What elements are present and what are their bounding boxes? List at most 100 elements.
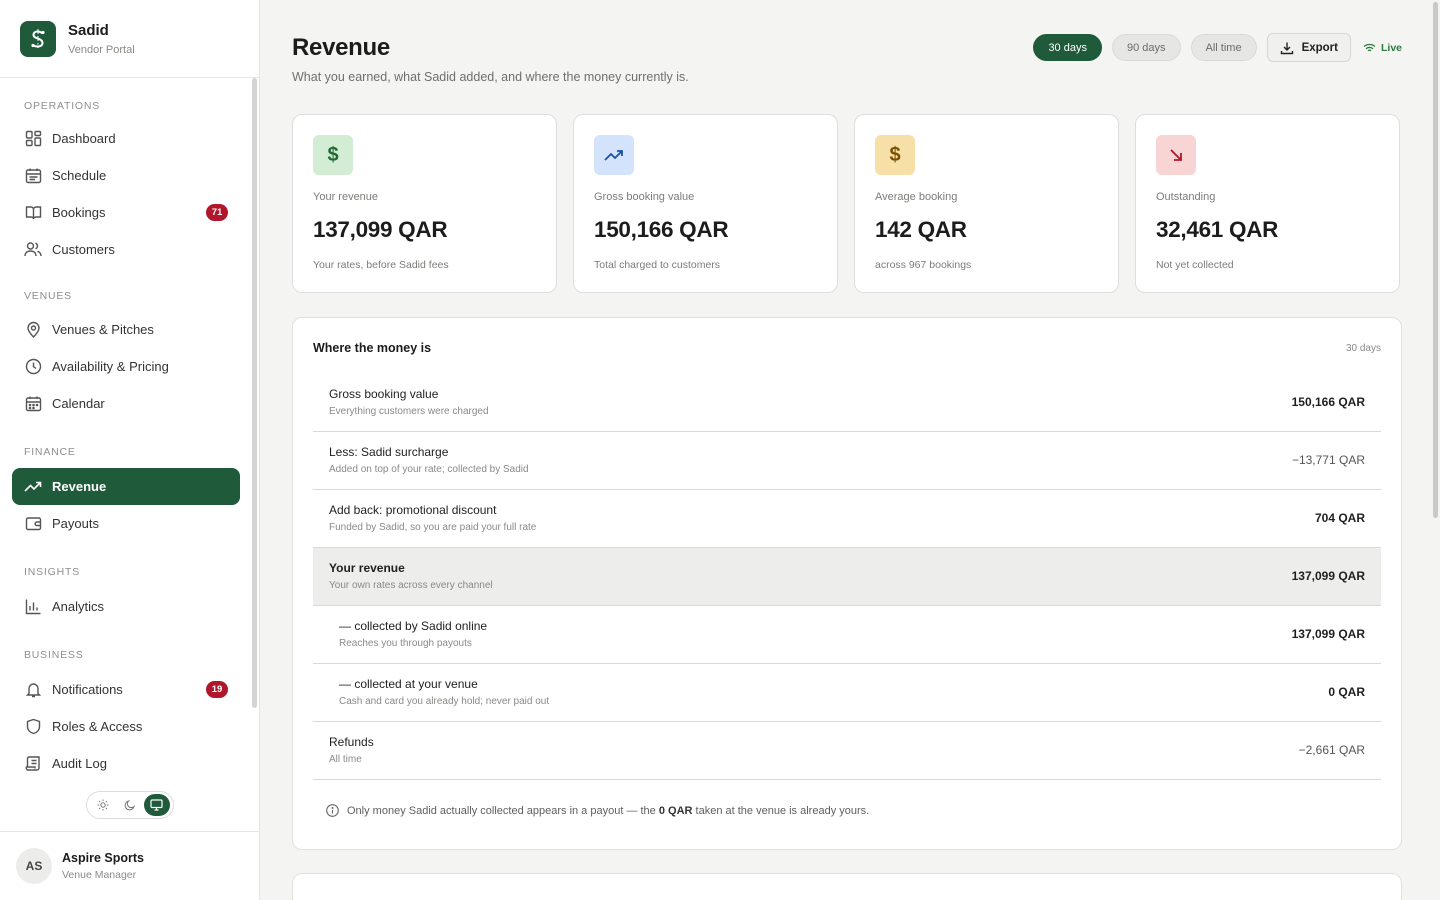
note-text: Only money Sadid actually collected appe…	[347, 804, 656, 817]
row-sublabel: Funded by Sadid, so you are paid your fu…	[329, 522, 537, 533]
avatar: AS	[16, 848, 52, 884]
sidebar-item-payouts[interactable]: Payouts	[12, 505, 240, 542]
section-label-operations: OPERATIONS	[24, 100, 101, 112]
arrow-down-right-icon	[1156, 135, 1196, 175]
row-label: Add back: promotional discount	[329, 503, 497, 517]
kpi-cards: $ Your revenue 137,099 QAR Your rates, b…	[292, 114, 1402, 293]
row-label: — collected at your venue	[339, 677, 478, 691]
main-content: Revenue What you earned, what Sadid adde…	[260, 0, 1440, 900]
row-value: 0 QAR	[1328, 685, 1365, 699]
light-theme-button[interactable]	[90, 794, 116, 816]
export-button[interactable]: Export	[1266, 33, 1351, 62]
sidebar-item-label: Audit Log	[52, 756, 107, 771]
sidebar-item-label: Schedule	[52, 168, 107, 183]
user-profile[interactable]: AS Aspire Sports Venue Manager	[0, 831, 259, 900]
row-value: 137,099 QAR	[1291, 569, 1365, 583]
kpi-card-average-booking: $ Average booking 142 QAR across 967 boo…	[854, 114, 1119, 293]
sidebar-item-revenue[interactable]: Revenue	[12, 468, 240, 505]
kpi-note: across 967 bookings	[875, 259, 972, 271]
kpi-card-your-revenue: $ Your revenue 137,099 QAR Your rates, b…	[292, 114, 557, 293]
sidebar-item-label: Roles & Access	[52, 719, 143, 734]
sidebar-item-label: Revenue	[52, 479, 107, 494]
payout-info-note: Only money Sadid actually collected appe…	[326, 804, 869, 817]
row-value: 137,099 QAR	[1291, 627, 1365, 641]
calendar-list-icon	[24, 167, 42, 185]
system-theme-button[interactable]	[143, 794, 170, 816]
grid-icon	[24, 130, 42, 148]
row-sublabel: Added on top of your rate; collected by …	[329, 464, 529, 475]
notifications-count-badge: 19	[206, 681, 228, 698]
brand: Sadid Vendor Portal	[0, 0, 259, 78]
brand-name: Sadid	[68, 21, 109, 39]
kpi-card-gross-booking-value: Gross booking value 150,166 QAR Total ch…	[573, 114, 838, 293]
kpi-note: Total charged to customers	[594, 259, 721, 271]
trending-up-icon	[594, 135, 634, 175]
range-30-days-button[interactable]: 30 days	[1033, 34, 1102, 61]
row-sublabel: Reaches you through payouts	[339, 638, 472, 649]
sidebar-item-label: Dashboard	[52, 131, 116, 146]
kpi-value: 32,461 QAR	[1156, 217, 1279, 242]
sidebar-item-venues-pitches[interactable]: Venues & Pitches	[12, 311, 240, 348]
sidebar-item-label: Venues & Pitches	[52, 322, 154, 337]
row-sublabel: Cash and card you already hold; never pa…	[339, 696, 550, 707]
export-label: Export	[1301, 41, 1338, 54]
scroll-icon	[24, 755, 42, 773]
sidebar-item-analytics[interactable]: Analytics	[12, 588, 240, 625]
section-label-venues: VENUES	[24, 290, 72, 302]
note-text: taken at the venue is already yours.	[695, 804, 870, 817]
range-90-days-button[interactable]: 90 days	[1111, 34, 1181, 61]
page-subtitle: What you earned, what Sadid added, and w…	[292, 70, 689, 84]
table-row-total: Your revenue Your own rates across every…	[313, 548, 1381, 606]
sidebar-item-calendar[interactable]: Calendar	[12, 385, 240, 422]
row-value: 150,166 QAR	[1291, 395, 1365, 409]
sidebar-item-schedule[interactable]: Schedule	[12, 157, 240, 194]
sidebar-item-label: Availability & Pricing	[52, 359, 169, 374]
row-sublabel: Your own rates across every channel	[329, 580, 493, 591]
money-breakdown-panel: Where the money is 30 days Gross booking…	[292, 317, 1402, 850]
sidebar-item-dashboard[interactable]: Dashboard	[12, 120, 240, 157]
panel-range-label: 30 days	[1345, 343, 1381, 354]
brand-subtitle: Vendor Portal	[68, 43, 135, 56]
toolbar: 30 days 90 days All time Export Live	[1033, 33, 1402, 62]
sidebar-item-label: Payouts	[52, 516, 99, 531]
row-label: Less: Sadid surcharge	[329, 445, 449, 459]
row-label: Your revenue	[329, 561, 405, 575]
row-label: Gross booking value	[329, 387, 439, 401]
main-scrollbar[interactable]	[1432, 0, 1440, 900]
table-row: Refunds All time −2,661 QAR	[313, 722, 1381, 780]
sidebar-item-label: Calendar	[52, 396, 105, 411]
money-breakdown-table: Gross booking value Everything customers…	[313, 374, 1381, 780]
kpi-label: Gross booking value	[594, 191, 695, 203]
kpi-card-outstanding: Outstanding 32,461 QAR Not yet collected	[1135, 114, 1400, 293]
sun-icon	[97, 799, 109, 811]
page-title: Revenue	[292, 34, 390, 61]
kpi-label: Average booking	[875, 191, 958, 203]
sidebar-item-customers[interactable]: Customers	[12, 231, 240, 268]
info-icon	[326, 804, 339, 817]
sidebar: Sadid Vendor Portal OPERATIONS Dashboard…	[0, 0, 260, 900]
sidebar-item-audit-log[interactable]: Audit Log	[12, 745, 240, 782]
brand-logo-icon[interactable]	[20, 20, 56, 57]
table-row: Gross booking value Everything customers…	[313, 374, 1381, 432]
clock-icon	[24, 358, 42, 376]
book-open-icon	[24, 204, 42, 222]
dark-theme-button[interactable]	[117, 794, 143, 816]
sidebar-item-availability-pricing[interactable]: Availability & Pricing	[12, 348, 240, 385]
range-all-time-button[interactable]: All time	[1190, 34, 1257, 61]
kpi-value: 137,099 QAR	[313, 217, 448, 242]
sidebar-item-label: Analytics	[52, 599, 105, 614]
sidebar-item-notifications[interactable]: Notifications 19	[12, 671, 240, 708]
sidebar-scrollbar[interactable]	[252, 78, 257, 708]
kpi-value: 142 QAR	[875, 217, 967, 242]
scrollbar-thumb[interactable]	[1433, 2, 1438, 518]
row-label: — collected by Sadid online	[339, 619, 488, 633]
kpi-value: 150,166 QAR	[594, 217, 729, 242]
section-label-business: BUSINESS	[24, 649, 84, 661]
kpi-label: Your revenue	[313, 191, 379, 203]
sidebar-item-roles-access[interactable]: Roles & Access	[12, 708, 240, 745]
bell-icon	[24, 681, 42, 699]
moon-icon	[124, 800, 135, 811]
dollar-icon: $	[875, 135, 915, 175]
sidebar-item-bookings[interactable]: Bookings 71	[12, 194, 240, 231]
kpi-note: Not yet collected	[1156, 259, 1234, 271]
